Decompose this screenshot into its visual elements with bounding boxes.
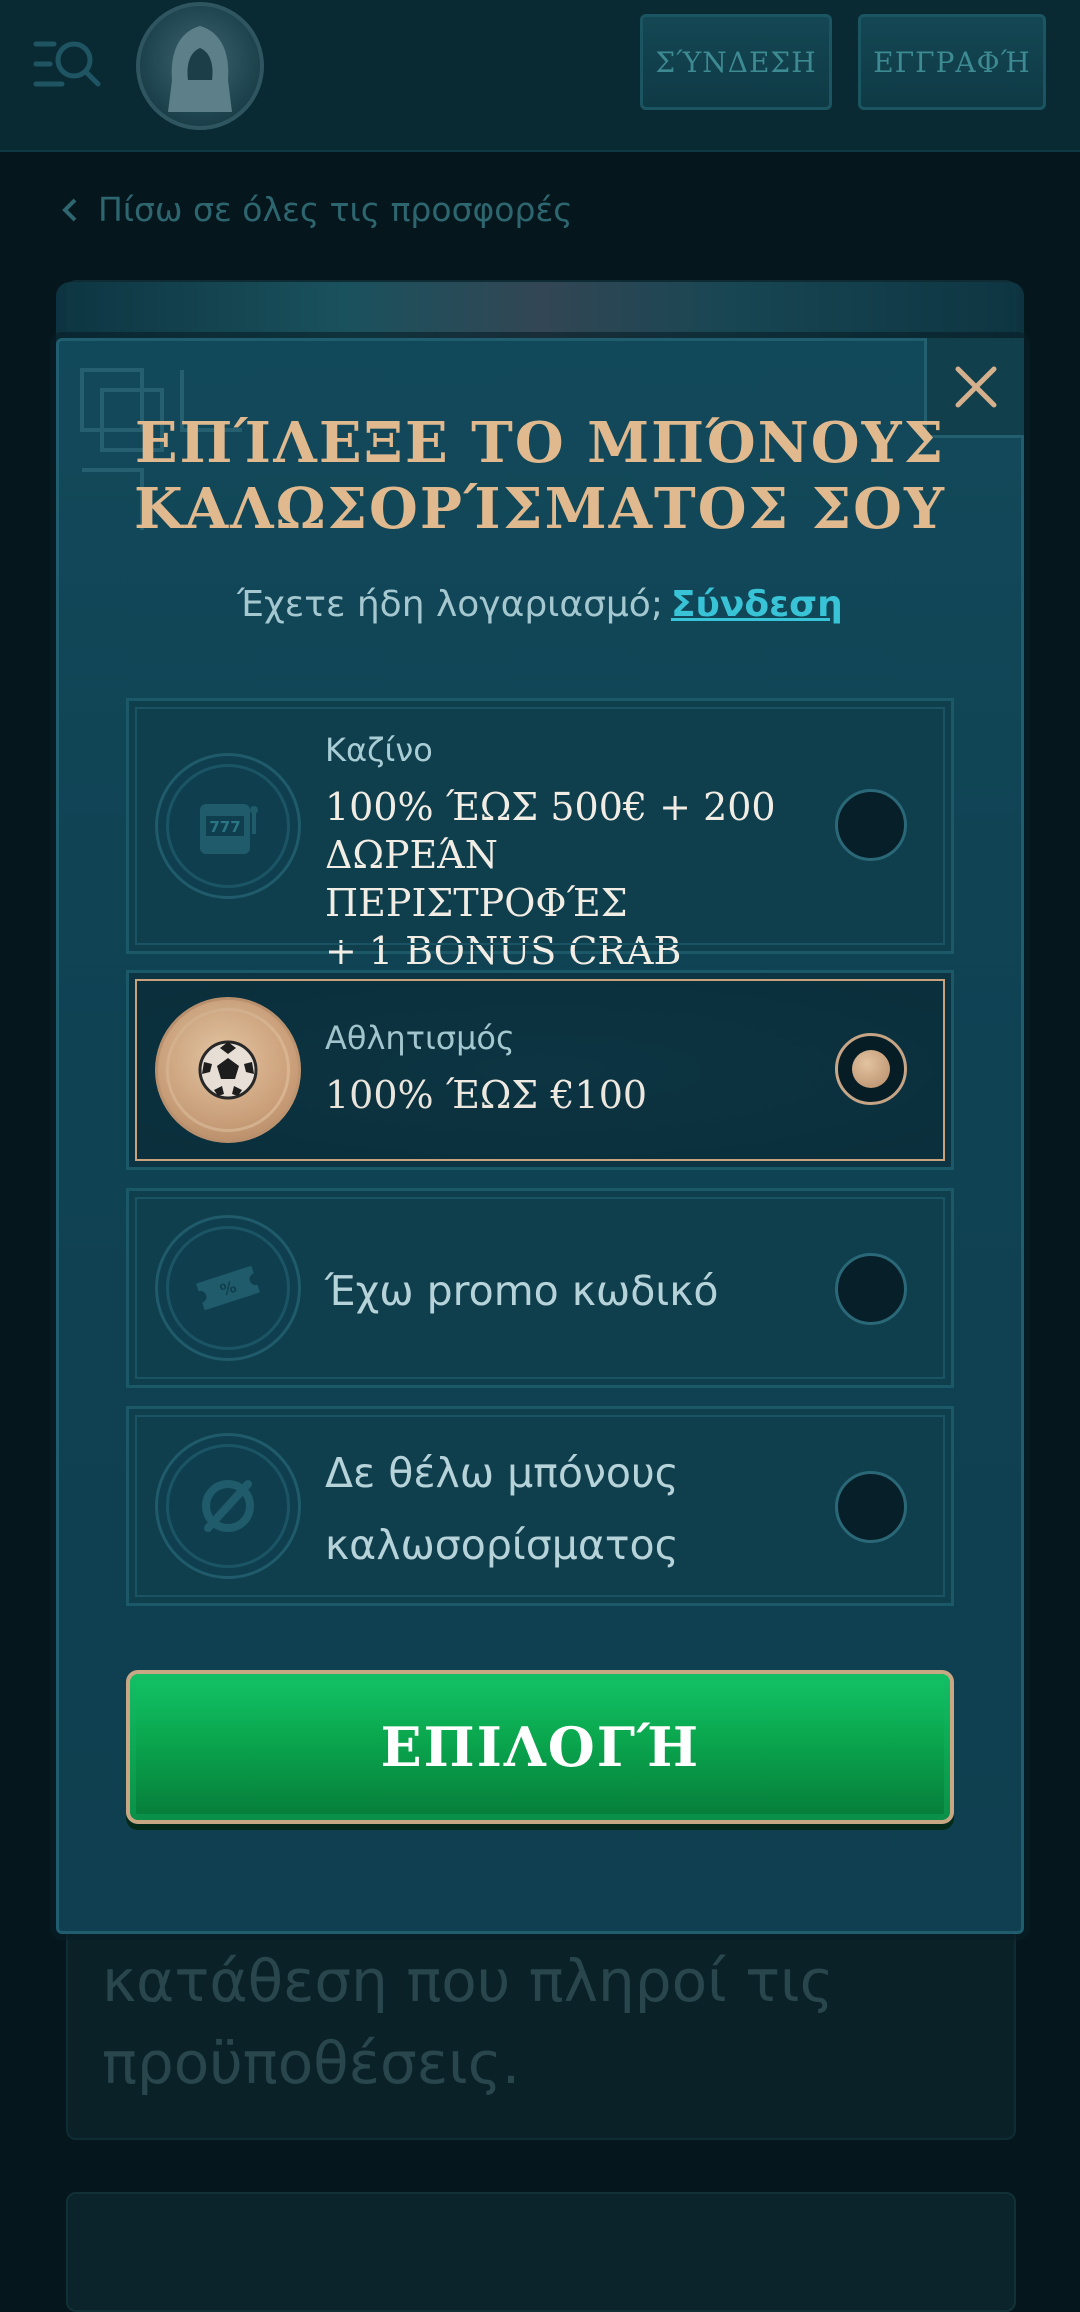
option-label-line-1: Δε θέλω μπόνους [325, 1449, 679, 1497]
modal-title: ΕΠΊΛΕΞΕ ΤΟ ΜΠΌΝΟΥΣ ΚΑΛΩΣΟΡΊΣΜΑΤΟΣ ΣΟΥ [56, 410, 1024, 542]
bonus-option-casino[interactable]: 777 Καζίνο 100% ΈΩΣ 500€ + 200 ΔΩΡΕΆΝ ΠΕ… [126, 698, 954, 973]
radio-no-bonus[interactable] [835, 1471, 907, 1543]
back-to-offers-link[interactable]: Πίσω σε όλες τις προσφορές [62, 190, 573, 229]
radio-casino[interactable] [835, 789, 907, 861]
option-offer-line-3: + 1 BONUS CRAB [325, 929, 682, 973]
option-category: Αθλητισμός [325, 1019, 515, 1057]
slot-machine-icon: 777 [155, 753, 301, 899]
login-link[interactable]: Σύνδεση [671, 584, 843, 625]
bonus-option-no-bonus[interactable]: Δε θέλω μπόνους καλωσορίσματος [126, 1406, 954, 1606]
option-offer-line-2: ΔΩΡΕΆΝ ΠΕΡΙΣΤΡΟΦΈΣ [325, 833, 628, 925]
svg-text:%: % [218, 1277, 239, 1300]
soccer-ball-icon [155, 997, 301, 1143]
no-symbol-icon [155, 1433, 301, 1579]
bonus-option-sports[interactable]: Αθλητισμός 100% ΈΩΣ €100 [126, 970, 954, 1170]
modal-title-line-2: ΚΑΛΩΣΟΡΊΣΜΑΤΟΣ ΣΟΥ [134, 476, 946, 542]
ticket-icon: % [155, 1215, 301, 1361]
option-label: Δε θέλω μπόνους καλωσορίσματος [325, 1437, 825, 1581]
option-label-line-2: καλωσορίσματος [325, 1521, 679, 1569]
radio-promo-code[interactable] [835, 1253, 907, 1325]
logo-icon[interactable] [136, 2, 264, 130]
option-offer-line-1: 100% ΈΩΣ 500€ + 200 [325, 785, 776, 829]
select-button[interactable]: ΕΠΙΛΟΓΉ [126, 1670, 954, 1824]
login-button[interactable]: ΣΎΝΔΕΣΗ [640, 14, 832, 110]
offer-card-background-2 [66, 2192, 1016, 2312]
radio-sports[interactable] [835, 1033, 907, 1105]
option-label: Έχω promo κωδικό [325, 1267, 719, 1315]
modal-title-line-1: ΕΠΊΛΕΞΕ ΤΟ ΜΠΌΝΟΥΣ [134, 410, 946, 476]
option-offer-text: 100% ΈΩΣ €100 [325, 1073, 648, 1117]
login-prompt: Έχετε ήδη λογαριασμό; Σύνδεση [56, 584, 1024, 625]
chevron-left-icon [62, 198, 77, 221]
offer-description-text: κατάθεση που πληροί τις προϋποθέσεις. [102, 1947, 834, 2097]
option-offer-text: 100% ΈΩΣ 500€ + 200 ΔΩΡΕΆΝ ΠΕΡΙΣΤΡΟΦΈΣ +… [325, 783, 805, 975]
search-menu-icon[interactable] [32, 38, 102, 92]
login-prompt-text: Έχετε ήδη λογαριασμό; [237, 584, 663, 625]
bonus-option-promo-code[interactable]: % Έχω promo κωδικό [126, 1188, 954, 1388]
option-category: Καζίνο [325, 731, 433, 769]
register-button[interactable]: ΕΓΓΡΑΦΉ [858, 14, 1046, 110]
svg-text:777: 777 [209, 818, 240, 836]
back-link-label: Πίσω σε όλες τις προσφορές [98, 190, 573, 229]
close-icon [955, 366, 996, 407]
top-bar: ΣΎΝΔΕΣΗ ΕΓΓΡΑΦΉ [0, 0, 1080, 152]
